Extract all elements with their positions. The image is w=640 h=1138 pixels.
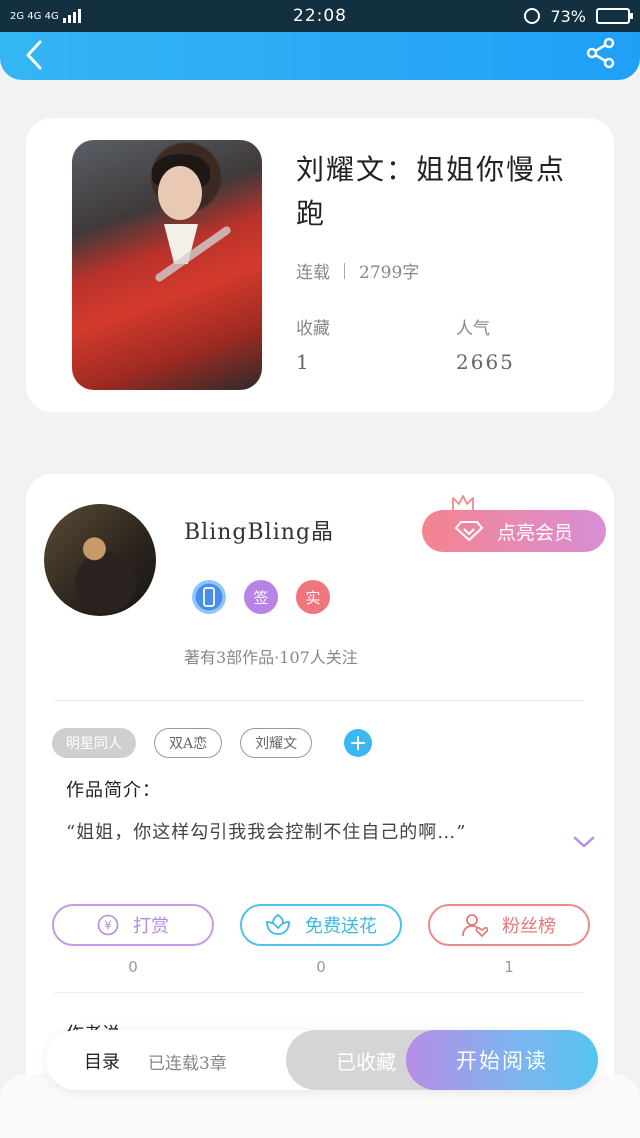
book-status: 连载 (296, 263, 330, 283)
phone-verified-badge (192, 580, 226, 614)
diamond-icon (454, 521, 483, 541)
vip-button-label: 点亮会员 (496, 521, 573, 544)
network-indicator: 2G 4G 4G (10, 9, 81, 23)
real-name-badge: 实 (296, 580, 330, 614)
toc-button[interactable]: 目录 (84, 1048, 120, 1074)
yuan-icon: ¥ (97, 914, 119, 936)
tip-button[interactable]: ¥ 打赏 (52, 904, 214, 946)
flower-label: 免费送花 (305, 916, 377, 937)
signed-badge: 签 (244, 580, 278, 614)
popularity-value: 2665 (456, 350, 515, 374)
intro-text: “姐姐，你这样勾引我我会控制不住自己的啊…” (66, 822, 467, 843)
author-card: BlingBling晶 点亮会员 签 实 著有3部作品·107人关注 明星同人 … (26, 474, 614, 1094)
flower-count: 0 (316, 958, 326, 976)
tip-count: 0 (128, 958, 138, 976)
divider (54, 700, 584, 701)
share-icon[interactable] (584, 36, 618, 70)
intro-label: 作品简介： (66, 780, 161, 801)
author-badges: 签 实 (192, 580, 330, 614)
fans-ranking-button[interactable]: 粉丝榜 (428, 904, 590, 946)
author-avatar[interactable] (44, 504, 156, 616)
favorites-value: 1 (296, 350, 311, 374)
chevron-down-icon[interactable] (572, 834, 596, 850)
tag-item[interactable]: 刘耀文 (240, 728, 313, 758)
author-name[interactable]: BlingBling晶 (184, 514, 334, 546)
bottom-action-bar: 目录 已连载3章 已收藏 开始阅读 (46, 1030, 598, 1090)
user-heart-icon (462, 914, 488, 937)
phone-icon (203, 587, 215, 607)
meta-divider (344, 262, 345, 279)
status-bar: 2G 4G 4G 22:08 73% (0, 0, 640, 32)
flower-icon (266, 914, 290, 935)
tag-list: 明星同人 双A恋 刘耀文 + (52, 728, 373, 758)
tip-label: 打赏 (133, 916, 169, 937)
vip-button[interactable]: 点亮会员 (422, 510, 606, 552)
word-count: 2799字 (359, 263, 420, 283)
divider (54, 992, 584, 993)
top-header (0, 32, 640, 80)
popularity-label: 人气 (456, 319, 490, 339)
add-tag-button[interactable]: + (344, 729, 373, 757)
book-title: 刘耀文：姐姐你慢点跑 (296, 153, 567, 230)
fans-count: 1 (504, 958, 514, 976)
fans-label: 粉丝榜 (502, 916, 556, 937)
favorites-label: 收藏 (296, 319, 330, 339)
action-buttons: ¥ 打赏 免费送花 粉丝榜 (52, 904, 590, 946)
network-label: 2G 4G 4G (10, 10, 59, 22)
clock: 22:08 (293, 6, 347, 26)
book-meta: 连载 2799字 (296, 258, 419, 283)
author-stats: 著有3部作品·107人关注 (184, 648, 358, 667)
book-cover-image[interactable] (72, 140, 262, 390)
alarm-icon (524, 8, 541, 24)
svg-text:¥: ¥ (104, 919, 112, 933)
send-flower-button[interactable]: 免费送花 (240, 904, 402, 946)
battery-percent: 73% (550, 6, 586, 26)
tag-item[interactable]: 明星同人 (52, 728, 136, 758)
chapter-status: 已连载3章 (148, 1054, 227, 1074)
signal-icon (62, 9, 81, 23)
chevron-left-icon[interactable] (18, 38, 52, 72)
battery-icon (596, 8, 633, 24)
tag-item[interactable]: 双A恋 (154, 728, 223, 758)
start-reading-button[interactable]: 开始阅读 (406, 1030, 598, 1090)
book-info-card: 刘耀文：姐姐你慢点跑 连载 2799字 收藏 1 人气 2665 (26, 118, 614, 412)
